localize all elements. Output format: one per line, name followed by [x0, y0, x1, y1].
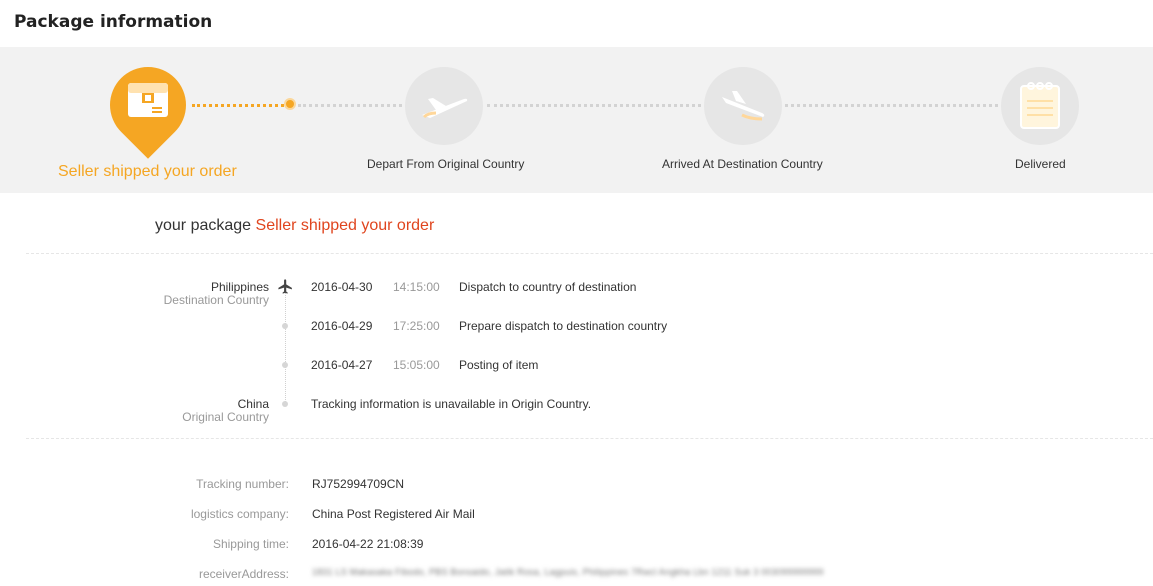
progress-track [487, 104, 701, 107]
destination-country-name: Philippines [210, 280, 269, 294]
tracking-number-label: Tracking number: [196, 477, 289, 491]
event-date: 2016-04-30 [311, 280, 373, 294]
timeline-dot [282, 401, 288, 407]
event-date: 2016-04-29 [311, 319, 373, 333]
shipping-time-value: 2016-04-22 21:08:39 [312, 537, 424, 551]
status-prefix: your package [155, 217, 252, 234]
landing-plane-icon [722, 91, 765, 121]
step-label-depart: Depart From Original Country [367, 157, 525, 171]
step-label-delivered: Delivered [1015, 157, 1066, 171]
progress-track [785, 104, 998, 107]
notepad-icon [1020, 82, 1060, 129]
event-time: 17:25:00 [393, 319, 440, 333]
origin-tracking-note: Tracking information is unavailable in O… [311, 397, 592, 411]
step-label-seller-shipped: Seller shipped your order [58, 163, 237, 180]
origin-country-name: China [237, 397, 269, 411]
event-date: 2016-04-27 [311, 358, 373, 372]
tracking-number-value: RJ752994709CN [312, 477, 405, 491]
shipping-time-label: Shipping time: [212, 537, 289, 551]
receiver-address-value: 1831 LS Makasaka Fibodo, PBS Bonsaido, J… [312, 567, 824, 577]
event-time: 15:05:00 [393, 358, 440, 372]
divider [26, 253, 1153, 254]
event-time: 14:15:00 [393, 280, 440, 294]
current-progress-dot [284, 98, 296, 110]
page-title: Package information [14, 12, 213, 32]
destination-country-label: Destination Country [163, 293, 269, 307]
logistics-company-label: logistics company: [190, 507, 289, 521]
progress-track-done [192, 104, 284, 107]
logistics-company-value: China Post Registered Air Mail [312, 507, 475, 521]
divider [26, 438, 1153, 439]
package-status: your package Seller shipped your order [155, 217, 434, 235]
shipping-progress: Seller shipped your order Depart From Or… [0, 47, 1153, 193]
timeline-line [285, 292, 286, 404]
step-label-arrived: Arrived At Destination Country [662, 157, 823, 171]
progress-track [298, 104, 402, 107]
timeline-dot [282, 362, 288, 368]
package-box-icon [128, 83, 168, 117]
event-description: Dispatch to country of destination [459, 280, 637, 294]
origin-country-label: Original Country [182, 410, 269, 424]
receiver-address-label: receiverAddress: [198, 567, 289, 581]
status-value: Seller shipped your order [255, 217, 435, 234]
event-description: Posting of item [459, 358, 539, 372]
departing-plane-icon [422, 98, 468, 119]
event-description: Prepare dispatch to destination country [459, 319, 668, 333]
airplane-icon [278, 279, 292, 294]
timeline-dot [282, 323, 288, 329]
